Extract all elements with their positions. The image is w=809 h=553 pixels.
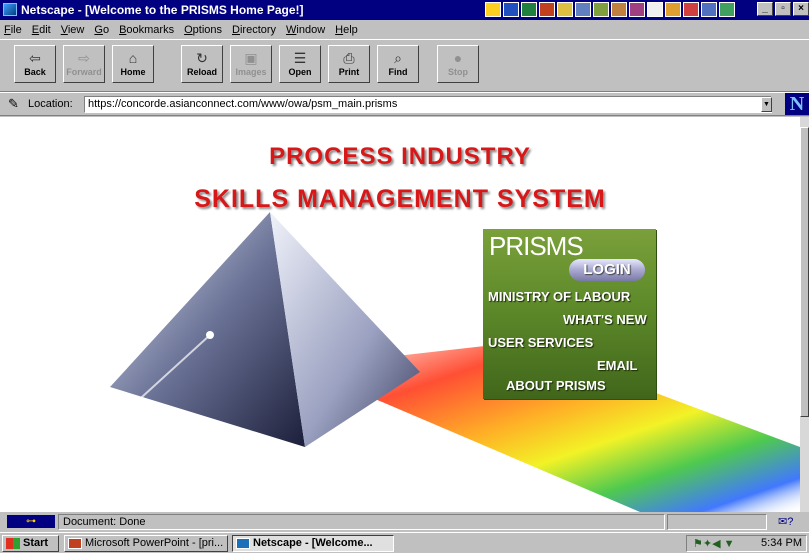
left-arrow-icon: ⇦ (29, 50, 41, 66)
open-button[interactable]: ☰ Open (279, 45, 321, 83)
start-label: Start (23, 537, 49, 549)
office-app-icon[interactable] (485, 2, 501, 17)
open-icon: ☰ (293, 50, 307, 66)
title-bar[interactable]: Netscape - [Welcome to the PRISMS Home P… (0, 0, 809, 20)
office-shortcut-bar (485, 2, 735, 17)
system-tray: ⚑✦◀ ▼ 5:34 PM (686, 535, 807, 552)
excel-app-icon[interactable] (521, 2, 537, 17)
maximize-button[interactable]: ▫ (775, 2, 791, 16)
home-button[interactable]: ⌂ Home (112, 45, 154, 83)
prisms-menu-panel: PRISMS LOGIN MINISTRY OF LABOUR WHAT'S N… (483, 229, 656, 399)
scrollbar-thumb[interactable] (800, 127, 809, 417)
netscape-throbber-logo[interactable]: N (785, 93, 809, 115)
powerpoint-icon (68, 538, 82, 549)
menu-help[interactable]: Help (335, 24, 358, 36)
menu-bar: File Edit View Go Bookmarks Options Dire… (0, 20, 809, 39)
menu-go[interactable]: Go (94, 24, 109, 36)
menu-window[interactable]: Window (286, 24, 325, 36)
menu-edit[interactable]: Edit (32, 24, 51, 36)
forward-button[interactable]: ⇨ Forward (63, 45, 105, 83)
navigation-toolbar: ⇦ Back ⇨ Forward ⌂ Home ↻ Reload ▣ Image… (0, 39, 809, 92)
back-button[interactable]: ⇦ Back (14, 45, 56, 83)
netscape-app-icon[interactable] (3, 3, 17, 16)
taskbar-item-label: Netscape - [Welcome... (253, 537, 373, 549)
house-icon: ⌂ (128, 50, 138, 66)
location-dropdown-arrow[interactable]: ▼ (761, 97, 772, 112)
right-arrow-icon: ⇨ (78, 50, 90, 66)
prisms-logo: PRISMS (489, 231, 584, 261)
login-label: LOGIN (583, 261, 631, 278)
user-services-link[interactable]: USER SERVICES (488, 335, 593, 350)
explorer-app-icon[interactable] (719, 2, 735, 17)
images-button[interactable]: ▣ Images (230, 45, 272, 83)
whats-new-link[interactable]: WHAT'S NEW (563, 312, 647, 327)
netscape-icon (236, 538, 250, 549)
about-prisms-link[interactable]: ABOUT PRISMS (506, 378, 606, 393)
reload-icon: ↻ (196, 50, 208, 66)
printer-icon: ⎙ (343, 50, 355, 66)
word-app-icon[interactable] (503, 2, 519, 17)
taskbar-item-label: Microsoft PowerPoint - [pri... (85, 537, 224, 549)
location-bar: ✎ Location: https://concorde.asianconnec… (0, 92, 809, 116)
bookmark-quill-icon[interactable]: ✎ (8, 97, 24, 111)
menu-view[interactable]: View (61, 24, 85, 36)
binoculars-icon: ⌕ (394, 50, 402, 66)
taskbar-item-netscape[interactable]: Netscape - [Welcome... (232, 535, 394, 552)
progress-cell (667, 514, 767, 530)
close-button[interactable]: × (793, 2, 809, 16)
stop-button[interactable]: ● Stop (437, 45, 479, 83)
window-controls: _ ▫ × (757, 2, 809, 16)
vertical-scrollbar[interactable] (800, 117, 809, 512)
tray-icons[interactable]: ⚑✦◀ ▼ (693, 537, 734, 550)
taskbar-item-powerpoint[interactable]: Microsoft PowerPoint - [pri... (64, 535, 228, 552)
stop-icon: ● (453, 50, 463, 66)
email-link[interactable]: EMAIL (597, 358, 637, 373)
login-button[interactable]: LOGIN (569, 259, 645, 281)
folder-app-icon[interactable] (665, 2, 681, 17)
schedule-app-icon[interactable] (575, 2, 591, 17)
key-icon[interactable]: ⊶ (7, 515, 55, 528)
menu-directory[interactable]: Directory (232, 24, 276, 36)
headline-line-1: PROCESS INDUSTRY (269, 143, 531, 170)
page-content: PROCESS INDUSTRY SKILLS MANAGEMENT SYSTE… (0, 117, 800, 512)
start-button[interactable]: Start (2, 535, 59, 552)
status-bar: ⊶ Document: Done ✉? (0, 512, 809, 532)
mail-app-icon[interactable] (683, 2, 699, 17)
reload-button[interactable]: ↻ Reload (181, 45, 223, 83)
binder-app-icon[interactable] (593, 2, 609, 17)
contacts-app-icon[interactable] (611, 2, 627, 17)
images-icon: ▣ (244, 50, 258, 66)
menu-file[interactable]: File (4, 24, 22, 36)
ministry-of-labour-link[interactable]: MINISTRY OF LABOUR (488, 289, 630, 304)
menu-options[interactable]: Options (184, 24, 222, 36)
print-button[interactable]: ⎙ Print (328, 45, 370, 83)
bookshelf-app-icon[interactable] (629, 2, 645, 17)
clock[interactable]: 5:34 PM (761, 537, 802, 549)
window-title: Netscape - [Welcome to the PRISMS Home P… (21, 3, 304, 17)
find-button[interactable]: ⌕ Find (377, 45, 419, 83)
menu-bookmarks[interactable]: Bookmarks (119, 24, 174, 36)
powerpoint-app-icon[interactable] (539, 2, 555, 17)
location-label: Location: (28, 98, 73, 110)
network-app-icon[interactable] (701, 2, 717, 17)
taskbar: Start Microsoft PowerPoint - [pri... Net… (0, 532, 809, 553)
note-app-icon[interactable] (647, 2, 663, 17)
envelope-icon[interactable]: ✉? (778, 515, 793, 528)
browser-window: Netscape - [Welcome to the PRISMS Home P… (0, 0, 809, 553)
status-message: Document: Done (58, 514, 665, 530)
prism-illustration (110, 212, 800, 512)
headline-line-2: SKILLS MANAGEMENT SYSTEM (194, 185, 606, 213)
windows-logo-icon (6, 538, 20, 549)
access-app-icon[interactable] (557, 2, 573, 17)
minimize-button[interactable]: _ (757, 2, 773, 16)
location-url-field[interactable]: https://concorde.asianconnect.com/www/ow… (84, 96, 772, 113)
